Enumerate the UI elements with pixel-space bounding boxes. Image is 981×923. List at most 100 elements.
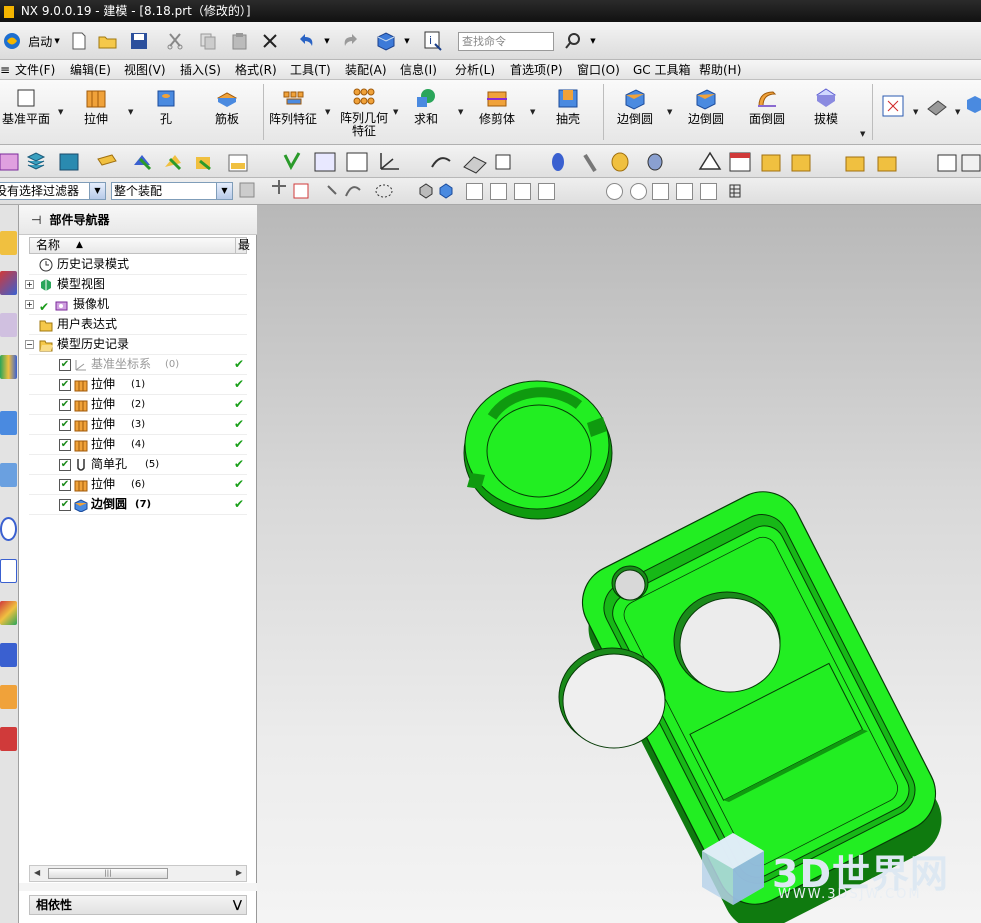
rib-button[interactable]: 筋板 xyxy=(193,84,261,142)
system-materials-icon[interactable] xyxy=(0,559,17,583)
tree-row-feature-current[interactable]: ✔ 边倒圆 (7) ✔ xyxy=(29,495,247,515)
menu-information[interactable]: 信息(I) xyxy=(400,60,437,80)
snap-midpoint-icon[interactable] xyxy=(490,183,507,200)
tree-row[interactable]: 历史记录模式 xyxy=(29,255,247,275)
shell-button[interactable]: 抽壳 xyxy=(534,84,602,142)
view-orient-button[interactable] xyxy=(962,84,981,142)
hd3d-tools-icon[interactable] xyxy=(0,411,17,435)
snap-center-icon[interactable] xyxy=(606,183,623,200)
latest-column-header[interactable]: 最 xyxy=(235,238,250,253)
horizontal-scrollbar[interactable]: ◀ ||| ▶ xyxy=(29,865,247,882)
grid-icon[interactable] xyxy=(728,183,745,200)
collapse-icon[interactable]: − xyxy=(25,340,34,349)
tree-row-feature[interactable]: ✔ 拉伸 (2) ✔ xyxy=(29,395,247,415)
unite-button[interactable]: 求和 xyxy=(392,84,460,142)
selection-filter-select[interactable]: 没有选择过滤器 ▼ xyxy=(0,182,106,200)
copy-icon[interactable] xyxy=(196,28,220,54)
assembly-navigator-icon[interactable] xyxy=(0,231,17,255)
edge-blend-button[interactable]: 边倒圆 xyxy=(601,84,669,142)
redo-icon[interactable] xyxy=(338,28,362,54)
search-dropdown[interactable]: ▼ xyxy=(588,28,598,54)
undo-icon[interactable] xyxy=(294,28,320,54)
menu-view[interactable]: 视图(V) xyxy=(124,60,166,80)
visibility-checkbox[interactable]: ✔ xyxy=(59,459,71,471)
menu-window[interactable]: 窗口(O) xyxy=(577,60,620,80)
roles-icon[interactable] xyxy=(0,685,17,709)
undo-dropdown[interactable]: ▼ xyxy=(322,28,332,54)
paste-icon[interactable] xyxy=(228,28,252,54)
snap-existing-point-icon[interactable] xyxy=(676,183,693,200)
save-icon[interactable] xyxy=(128,28,150,54)
snap-endpoint-icon[interactable] xyxy=(466,183,483,200)
menu-tools[interactable]: 工具(T) xyxy=(290,60,331,80)
datum-plane-button[interactable]: 基准平面 xyxy=(0,84,60,142)
tree-row-feature[interactable]: ✔ 基准坐标系 (0) ✔ xyxy=(29,355,247,375)
tree-row[interactable]: + ✔ 摄像机 xyxy=(25,295,247,315)
tree-row-feature[interactable]: ✔ 拉伸 (1) ✔ xyxy=(29,375,247,395)
menu-preferences[interactable]: 首选项(P) xyxy=(510,60,563,80)
part-navigator-icon[interactable] xyxy=(0,313,17,337)
menu-format[interactable]: 格式(R) xyxy=(235,60,277,80)
visibility-checkbox[interactable]: ✔ xyxy=(59,419,71,431)
snap-arc-icon[interactable] xyxy=(630,183,647,200)
info-window-icon[interactable]: i xyxy=(420,28,448,54)
tree-row-feature[interactable]: ✔ 拉伸 (3) ✔ xyxy=(29,415,247,435)
visibility-checkbox[interactable]: ✔ xyxy=(59,479,71,491)
edge-blend-button-2[interactable]: 边倒圆 xyxy=(672,84,740,142)
assembly-scope-select[interactable]: 整个装配 ▼ xyxy=(111,182,233,200)
visibility-checkbox[interactable]: ✔ xyxy=(59,379,71,391)
snap-line-icon[interactable] xyxy=(514,183,531,200)
web-browser-icon[interactable] xyxy=(0,463,17,487)
menu-insert[interactable]: 插入(S) xyxy=(180,60,221,80)
search-icon[interactable] xyxy=(560,28,586,54)
panel-splitter[interactable] xyxy=(19,883,257,891)
pattern-geometry-button[interactable]: 阵列几何特征 xyxy=(330,84,398,142)
snap-intersection-icon[interactable] xyxy=(652,183,669,200)
constraint-navigator-icon[interactable] xyxy=(0,271,17,295)
graphics-viewport[interactable]: 3D世界网 WWW.3DSJW.COM xyxy=(257,205,981,923)
snap-point-icon[interactable] xyxy=(538,183,555,200)
pin-icon[interactable]: ⊣ xyxy=(31,205,41,235)
snap-quadrant-icon[interactable] xyxy=(700,183,717,200)
system-scenes-icon[interactable] xyxy=(0,727,17,751)
menu-analysis[interactable]: 分析(L) xyxy=(455,60,495,80)
menu-gc-toolbox[interactable]: GC 工具箱 xyxy=(633,60,691,80)
dependencies-panel-header[interactable]: 相依性 ⋁ xyxy=(29,895,247,915)
render-style-button[interactable] xyxy=(922,84,952,142)
fit-view-dropdown[interactable]: ▼ xyxy=(913,108,918,116)
name-column-header[interactable]: 名称 xyxy=(36,238,60,253)
face-blend-button[interactable]: 面倒圆 xyxy=(733,84,801,142)
new-file-icon[interactable] xyxy=(68,28,90,54)
expand-icon[interactable]: + xyxy=(25,280,34,289)
visibility-checkbox[interactable]: ✔ xyxy=(59,399,71,411)
tree-row[interactable]: 用户表达式 xyxy=(29,315,247,335)
history-icon[interactable] xyxy=(0,517,17,541)
start-button[interactable]: 启动 ▼ xyxy=(26,28,62,54)
process-studio-icon[interactable] xyxy=(0,601,17,625)
hole-button[interactable]: 孔 xyxy=(132,84,200,142)
trim-body-button[interactable]: 修剪体 xyxy=(463,84,531,142)
chevron-down-icon[interactable]: ⋁ xyxy=(233,896,242,914)
scrollbar-thumb[interactable]: ||| xyxy=(48,868,168,879)
window-dropdown[interactable]: ▼ xyxy=(402,28,412,54)
open-folder-icon[interactable] xyxy=(96,28,120,54)
tree-row[interactable]: − 模型历史记录 xyxy=(25,335,247,355)
pattern-feature-button[interactable]: 阵列特征 xyxy=(259,84,327,142)
visibility-checkbox[interactable]: ✔ xyxy=(59,499,71,511)
reuse-library-icon[interactable] xyxy=(0,355,17,379)
ribbon-more-dropdown[interactable]: ▼ xyxy=(860,130,865,138)
menu-assembly[interactable]: 装配(A) xyxy=(345,60,387,80)
menu-help[interactable]: 帮助(H) xyxy=(699,60,741,80)
tree-row-feature[interactable]: ✔ 拉伸 (4) ✔ xyxy=(29,435,247,455)
tree-row[interactable]: + 模型视图 xyxy=(25,275,247,295)
menu-file[interactable]: 文件(F) xyxy=(15,60,55,80)
draft-button[interactable]: 拔模 xyxy=(792,84,860,142)
menu-edit[interactable]: 编辑(E) xyxy=(70,60,111,80)
render-style-dropdown[interactable]: ▼ xyxy=(955,108,960,116)
fit-view-button[interactable] xyxy=(878,84,908,142)
tree-row-feature[interactable]: ✔ 简单孔 (5) ✔ xyxy=(29,455,247,475)
delete-icon[interactable] xyxy=(259,28,281,54)
extrude-button[interactable]: 拉伸 xyxy=(62,84,130,142)
menu-icon[interactable]: ≡ xyxy=(0,60,10,80)
manufacturing-wizard-icon[interactable] xyxy=(0,643,17,667)
